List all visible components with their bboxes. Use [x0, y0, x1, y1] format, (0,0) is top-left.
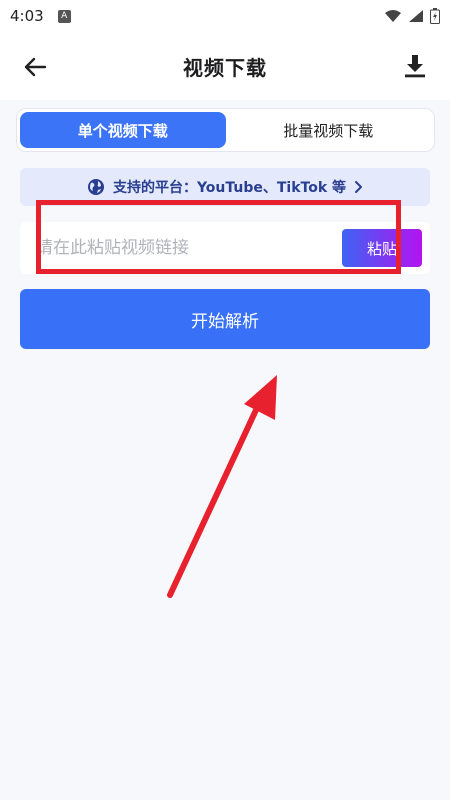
battery-icon — [430, 8, 440, 24]
video-url-input[interactable] — [20, 222, 342, 274]
chevron-right-icon — [355, 181, 363, 193]
start-parse-button[interactable]: 开始解析 — [20, 289, 430, 349]
download-button[interactable] — [400, 51, 430, 81]
status-icons — [384, 8, 440, 24]
status-bar: 4:03 A — [0, 0, 450, 32]
paste-button[interactable]: 粘贴 — [342, 229, 422, 267]
download-mode-tabs: 单个视频下载 批量视频下载 — [16, 108, 435, 152]
app-header: 视频下载 — [0, 32, 450, 100]
globe-icon — [87, 179, 104, 195]
screen: 4:03 A 视频下载 单个视频下载 批量视频下载 支持的平台：YouTube、… — [0, 0, 450, 800]
wifi-icon — [385, 10, 401, 22]
url-input-row: 粘贴 — [20, 222, 430, 274]
download-icon — [405, 55, 425, 78]
status-time: 4:03 — [10, 7, 44, 25]
supported-platforms-banner[interactable]: 支持的平台：YouTube、TikTok 等 — [20, 168, 430, 206]
signal-icon — [409, 10, 423, 22]
tab-batch-download[interactable]: 批量视频下载 — [226, 112, 432, 148]
back-button[interactable] — [20, 52, 50, 82]
banner-text: 支持的平台：YouTube、TikTok 等 — [112, 180, 347, 196]
page-title: 视频下载 — [183, 55, 267, 80]
tab-single-download[interactable]: 单个视频下载 — [20, 112, 226, 148]
notification-icon: A — [57, 9, 71, 23]
arrow-left-icon — [24, 57, 47, 77]
